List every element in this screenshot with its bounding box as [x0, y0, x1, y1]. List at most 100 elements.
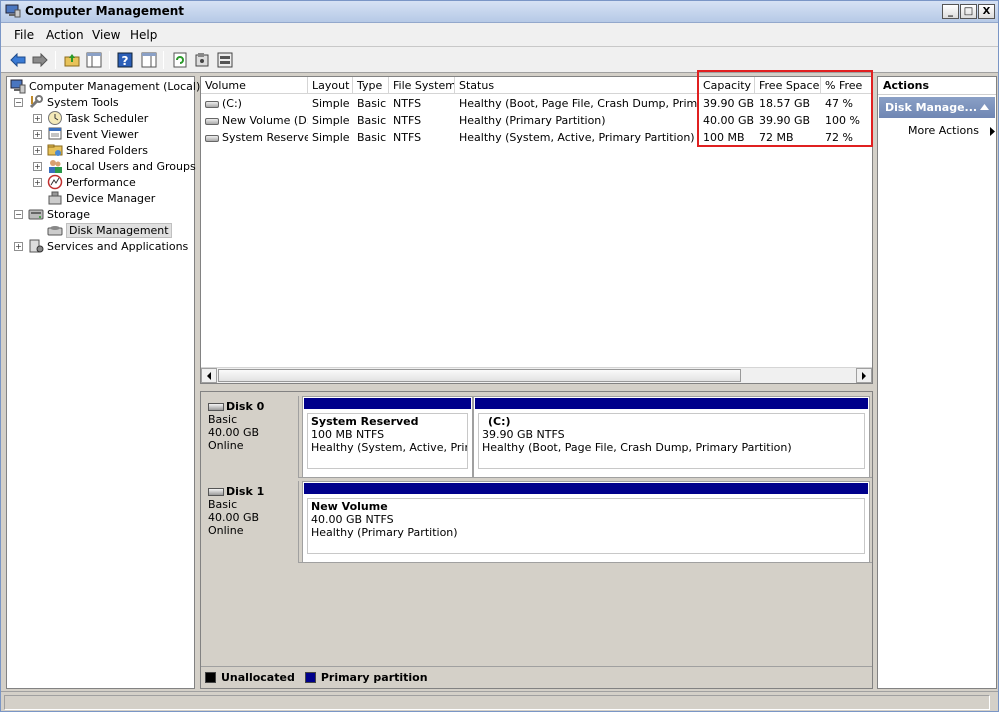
title-bar[interactable]: Computer Management _ □ X — [1, 1, 998, 23]
collapse-system-tools-toggle[interactable]: − — [14, 98, 23, 107]
status-bar-segment — [4, 695, 990, 710]
expand-task-scheduler-toggle[interactable]: + — [33, 114, 42, 123]
expand-shared-folders-toggle[interactable]: + — [33, 146, 42, 155]
refresh-button[interactable] — [171, 51, 189, 69]
drive-icon — [205, 117, 219, 125]
volume-cell: New Volume (D:) — [201, 112, 308, 129]
column-header-volume[interactable]: Volume — [201, 77, 308, 94]
volume-cell: (C:) — [201, 95, 308, 112]
disk-label[interactable]: Disk 1 Basic 40.00 GB Online — [201, 481, 299, 563]
expand-services-toggle[interactable]: + — [14, 242, 23, 251]
disk-icon — [208, 487, 224, 496]
minimize-button[interactable]: _ — [942, 4, 959, 19]
tree-item-storage[interactable]: Storage — [28, 206, 90, 222]
partition-new-volume[interactable]: New Volume 40.00 GB NTFS Healthy (Primar… — [302, 481, 870, 563]
show-hide-action-pane-button[interactable] — [140, 51, 158, 69]
tree-item-label: Disk Management — [66, 222, 172, 238]
toolbar-separator — [55, 51, 56, 69]
actions-pane: Actions Disk Manage... More Actions — [877, 76, 997, 689]
column-header-file-system[interactable]: File System — [389, 77, 455, 94]
volume-name: New Volume (D:) — [222, 114, 308, 127]
volume-cell: System Reserved — [201, 129, 308, 146]
tree-item-disk-management[interactable]: Disk Management — [47, 222, 172, 238]
refresh-icon — [173, 52, 187, 68]
partition-name: System Reserved — [311, 415, 419, 428]
tree-item-performance[interactable]: Performance — [47, 174, 136, 190]
tree-item-local-users[interactable]: Local Users and Groups — [47, 158, 196, 174]
close-button[interactable]: X — [978, 4, 995, 19]
partition-system-reserved[interactable]: System Reserved 100 MB NTFS Healthy (Sys… — [302, 396, 473, 478]
actions-header: Actions — [878, 77, 996, 95]
folder-up-icon — [64, 54, 80, 67]
tree-item-system-tools[interactable]: System Tools — [28, 94, 119, 110]
primary-partition-swatch — [304, 672, 316, 683]
tree-item-label: Performance — [66, 175, 136, 189]
tree-item-label: Device Manager — [66, 191, 156, 205]
column-header-status[interactable]: Status — [455, 77, 699, 94]
scroll-thumb[interactable] — [218, 369, 741, 382]
rescan-disks-button[interactable] — [216, 51, 234, 69]
users-icon — [49, 160, 62, 173]
highlight-box — [697, 70, 873, 147]
tree-item-task-scheduler[interactable]: Task Scheduler — [47, 110, 148, 126]
tools-icon — [29, 95, 43, 109]
partition-status: Healthy (System, Active, Primary — [311, 441, 467, 454]
file-system-cell: NTFS — [393, 97, 422, 110]
actions-section-label: Disk Manage... — [885, 101, 978, 114]
menu-view[interactable]: View — [92, 28, 120, 42]
horizontal-scrollbar[interactable] — [201, 367, 872, 383]
tree-item-event-viewer[interactable]: Event Viewer — [47, 126, 138, 142]
partition-status: Healthy (Boot, Page File, Crash Dump, Pr… — [482, 441, 792, 454]
tree-root[interactable]: Computer Management (Local) — [10, 78, 200, 94]
expand-local-users-toggle[interactable]: + — [33, 162, 42, 171]
forward-arrow-icon — [32, 53, 48, 67]
file-system-cell: NTFS — [393, 114, 422, 127]
tree-item-services-and-applications[interactable]: Services and Applications — [28, 238, 188, 254]
tree-item-label: System Tools — [47, 95, 119, 109]
storage-icon — [28, 209, 44, 220]
up-one-level-button[interactable] — [63, 51, 81, 69]
properties-button[interactable] — [193, 51, 211, 69]
help-button[interactable]: ? — [116, 51, 134, 69]
tree-item-device-manager[interactable]: Device Manager — [47, 190, 155, 206]
menu-action[interactable]: Action — [46, 28, 84, 42]
menu-file[interactable]: File — [14, 28, 34, 42]
tree-item-shared-folders[interactable]: Shared Folders — [47, 142, 148, 158]
primary-partition-bar — [475, 398, 868, 409]
type-cell: Basic — [357, 114, 387, 127]
status-cell: Healthy (Primary Partition) — [459, 114, 606, 127]
computer-management-icon — [5, 4, 21, 18]
scroll-right-button[interactable] — [856, 368, 872, 383]
tree-item-label: Event Viewer — [66, 127, 139, 141]
more-actions-item[interactable]: More Actions — [908, 124, 996, 137]
more-actions-label: More Actions — [908, 124, 979, 137]
disk-size: 40.00 GB — [208, 426, 260, 439]
back-button[interactable] — [9, 51, 27, 69]
expand-event-viewer-toggle[interactable]: + — [33, 130, 42, 139]
partition-details: System Reserved 100 MB NTFS Healthy (Sys… — [307, 413, 468, 469]
status-cell: Healthy (Boot, Page File, Crash Dump, Pr… — [459, 97, 699, 110]
actions-section-disk-management[interactable]: Disk Manage... — [879, 97, 995, 118]
partition-status: Healthy (Primary Partition) — [311, 526, 458, 539]
menu-help[interactable]: Help — [130, 28, 157, 42]
window-title: Computer Management — [25, 4, 184, 18]
partition-c-drive[interactable]: (C:) 39.90 GB NTFS Healthy (Boot, Page F… — [473, 396, 870, 478]
tree-item-label: Task Scheduler — [66, 111, 149, 125]
maximize-button[interactable]: □ — [960, 4, 977, 19]
chevron-right-icon — [862, 371, 866, 380]
column-header-type[interactable]: Type — [353, 77, 389, 94]
partition-legend: Unallocated Primary partition — [201, 666, 872, 688]
forward-button[interactable] — [31, 51, 49, 69]
unallocated-swatch — [205, 672, 216, 683]
scroll-left-button[interactable] — [201, 368, 217, 383]
tree-item-label: Storage — [47, 207, 91, 221]
partition-size: 39.90 GB NTFS — [482, 428, 565, 441]
event-viewer-icon — [48, 127, 62, 140]
toolbar-separator — [109, 51, 110, 69]
column-header-layout[interactable]: Layout — [308, 77, 353, 94]
disk-label[interactable]: Disk 0 Basic 40.00 GB Online — [201, 396, 299, 478]
expand-performance-toggle[interactable]: + — [33, 178, 42, 187]
collapse-storage-toggle[interactable]: − — [14, 210, 23, 219]
services-icon — [29, 239, 44, 253]
show-hide-console-tree-button[interactable] — [85, 51, 103, 69]
